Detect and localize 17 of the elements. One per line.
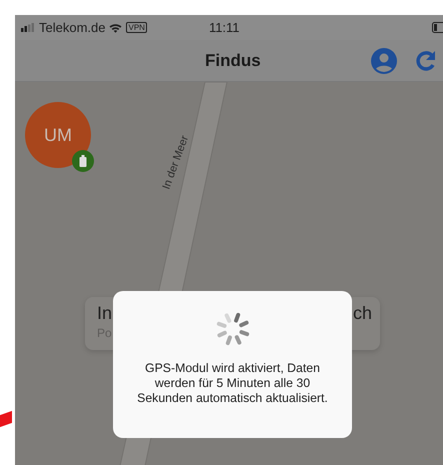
- vpn-indicator: VPN: [126, 22, 147, 33]
- card-title: In: [97, 303, 112, 324]
- card-title: ch: [352, 303, 372, 324]
- marker-initials: UM: [44, 124, 72, 146]
- battery-badge: [72, 150, 94, 172]
- battery-icon: [432, 22, 443, 33]
- profile-icon[interactable]: [371, 48, 397, 74]
- spinner-icon: [214, 311, 250, 347]
- annotation-mark: [0, 410, 12, 428]
- user-marker[interactable]: UM: [25, 102, 91, 168]
- signal-icon: [21, 23, 35, 32]
- status-time: 11:11: [208, 20, 240, 35]
- carrier-name: Telekom.de: [39, 20, 106, 35]
- dialog-message: GPS-Modul wird aktiviert, Daten werden für 5 Minuten alle 30 Sekunden automatisch aktualisiert.: [136, 361, 329, 406]
- nav-title: Findus: [205, 50, 261, 70]
- wifi-icon: [109, 22, 122, 32]
- refresh-icon[interactable]: [415, 48, 437, 72]
